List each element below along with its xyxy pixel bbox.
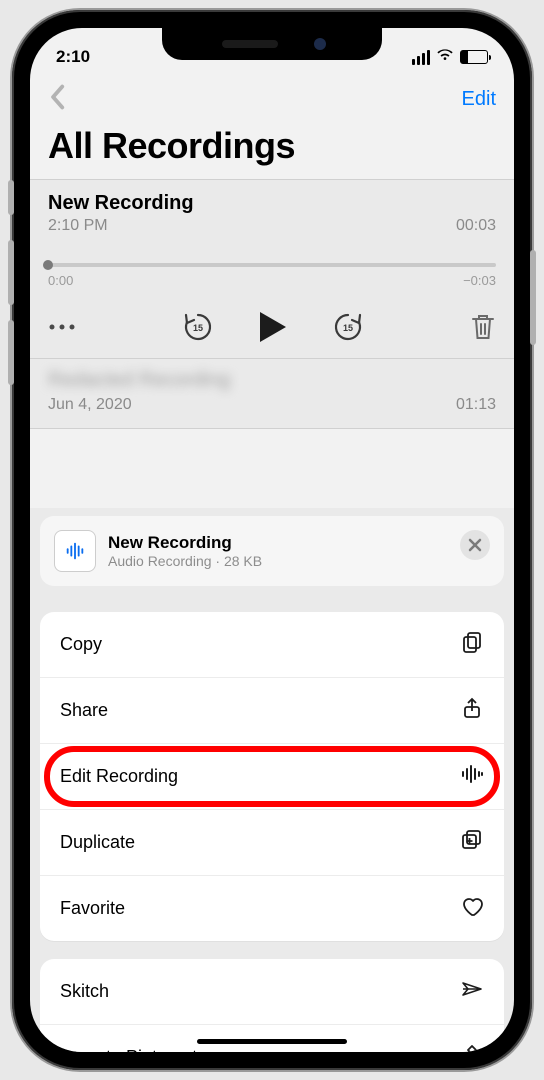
recording-list-item[interactable]: Redacted Recording Jun 4, 2020 01:13 bbox=[30, 359, 514, 429]
recording-time: 2:10 PM bbox=[48, 217, 108, 235]
scrub-end: −0:03 bbox=[463, 273, 496, 288]
recording-name-redacted: Redacted Recording bbox=[48, 369, 496, 392]
back-button[interactable] bbox=[48, 84, 66, 115]
recording-name: New Recording bbox=[48, 192, 194, 215]
sheet-item-label: Favorite bbox=[60, 898, 125, 919]
sheet-item-label: Save to Pinterest bbox=[60, 1047, 197, 1052]
status-time: 2:10 bbox=[56, 47, 90, 67]
page-title: All Recordings bbox=[30, 117, 514, 179]
audio-thumbnail-icon bbox=[54, 530, 96, 572]
sheet-item-label: Copy bbox=[60, 634, 102, 655]
skitch-icon bbox=[460, 977, 484, 1006]
sheet-item-favorite[interactable]: Favorite bbox=[40, 875, 504, 941]
copy-icon bbox=[460, 630, 484, 659]
sheet-item-save-to-pinterest[interactable]: Save to Pinterest bbox=[40, 1024, 504, 1052]
current-recording: New Recording 2:10 PM 00:03 0:00 −0:03 1… bbox=[30, 179, 514, 359]
sheet-item-label: Edit Recording bbox=[60, 766, 178, 787]
scrub-start: 0:00 bbox=[48, 273, 73, 288]
action-sheet: New Recording Audio Recording · 28 KB Co… bbox=[30, 508, 514, 1052]
sheet-item-copy[interactable]: Copy bbox=[40, 612, 504, 677]
sheet-item-duplicate[interactable]: Duplicate bbox=[40, 809, 504, 875]
sheet-title: New Recording bbox=[108, 533, 262, 553]
battery-icon bbox=[460, 50, 488, 64]
waveform-icon bbox=[460, 762, 484, 791]
home-indicator[interactable] bbox=[197, 1039, 347, 1044]
more-button[interactable] bbox=[48, 322, 76, 332]
sheet-item-share[interactable]: Share bbox=[40, 677, 504, 743]
play-button[interactable] bbox=[258, 310, 288, 344]
sheet-item-skitch[interactable]: Skitch bbox=[40, 959, 504, 1024]
delete-button[interactable] bbox=[470, 312, 496, 342]
sheet-item-label: Duplicate bbox=[60, 832, 135, 853]
svg-text:15: 15 bbox=[193, 323, 203, 333]
wifi-icon bbox=[436, 47, 454, 67]
svg-text:15: 15 bbox=[343, 323, 353, 333]
sheet-item-label: Skitch bbox=[60, 981, 109, 1002]
cellular-icon bbox=[412, 50, 430, 65]
recording-duration: 00:03 bbox=[456, 217, 496, 235]
sheet-subtitle: Audio Recording · 28 KB bbox=[108, 553, 262, 569]
sheet-header: New Recording Audio Recording · 28 KB bbox=[40, 516, 504, 586]
playback-scrubber[interactable] bbox=[48, 263, 496, 267]
duplicate-icon bbox=[460, 828, 484, 857]
rewind-15-button[interactable]: 15 bbox=[182, 311, 214, 343]
heart-icon bbox=[460, 894, 484, 923]
recording-duration: 01:13 bbox=[456, 396, 496, 414]
pin-icon bbox=[460, 1043, 484, 1052]
close-sheet-button[interactable] bbox=[460, 530, 490, 560]
edit-button[interactable]: Edit bbox=[462, 88, 496, 111]
sheet-item-edit-recording[interactable]: Edit Recording bbox=[40, 743, 504, 809]
forward-15-button[interactable]: 15 bbox=[332, 311, 364, 343]
sheet-item-label: Share bbox=[60, 700, 108, 721]
recording-date: Jun 4, 2020 bbox=[48, 396, 132, 414]
share-icon bbox=[460, 696, 484, 725]
